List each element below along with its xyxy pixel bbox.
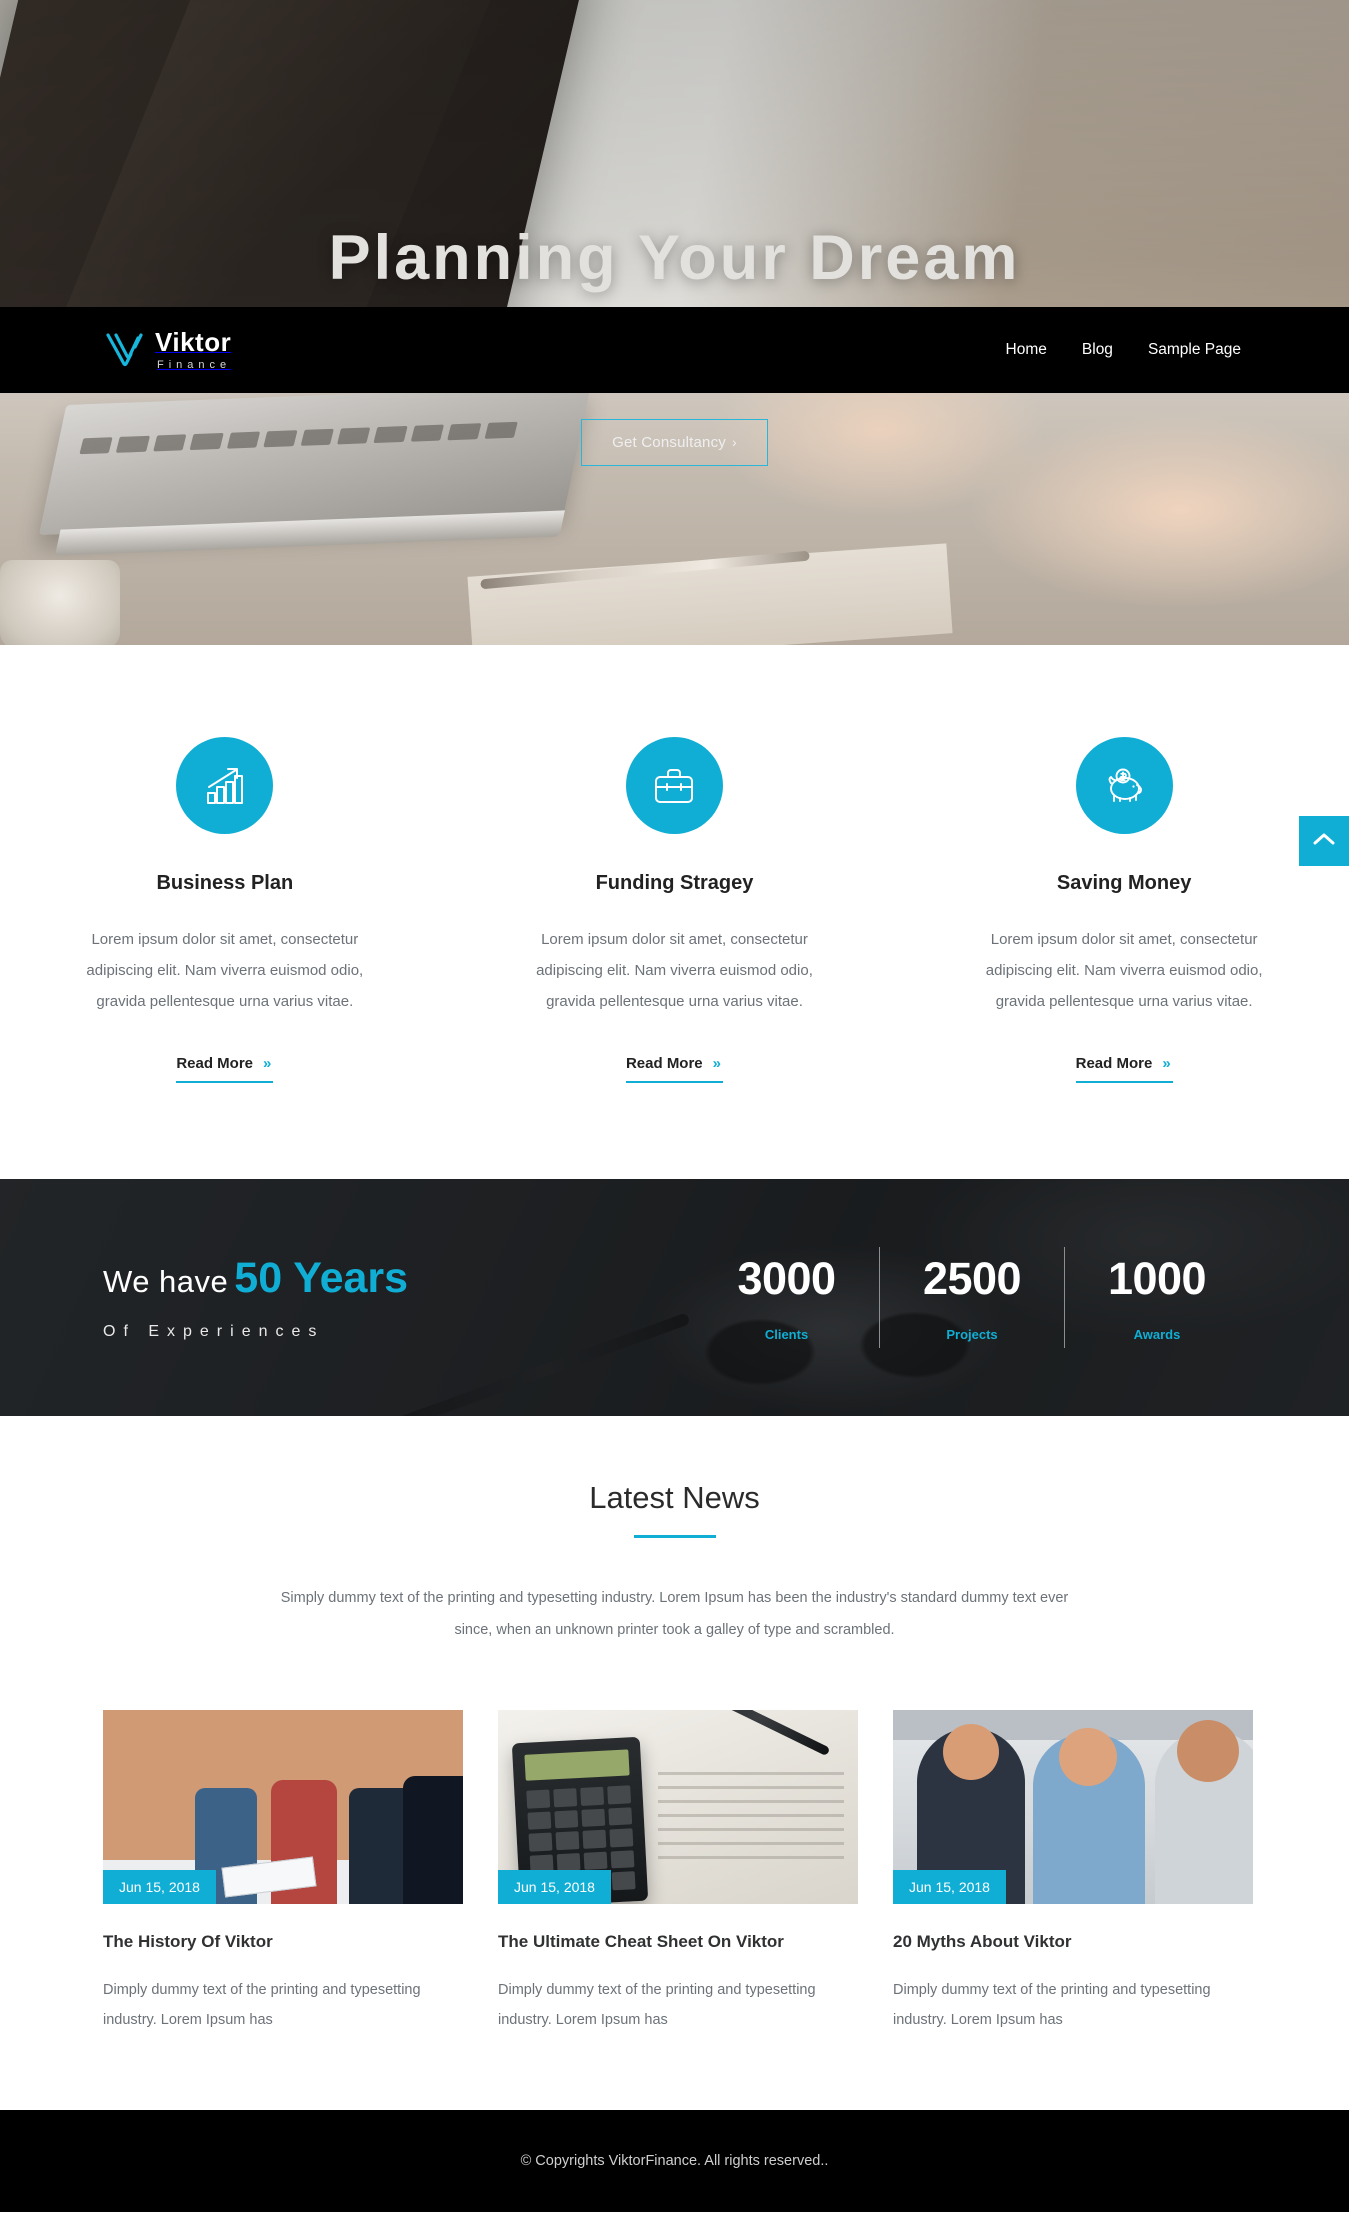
read-more-link-saving-money[interactable]: Read More »	[1075, 1055, 1173, 1084]
footer: © Copyrights ViktorFinance. All rights r…	[0, 2109, 1349, 2212]
service-description: Lorem ipsum dolor sit amet, consectetur …	[985, 931, 1263, 1010]
news-card-excerpt: Dimply dummy text of the printing and ty…	[103, 1982, 421, 2029]
stats-headline: We have 50 Years	[103, 1254, 623, 1303]
service-description: Lorem ipsum dolor sit amet, consectetur …	[536, 931, 813, 1010]
news-card[interactable]: Jun 15, 2018 The Ultimate Cheat Sheet On…	[498, 1710, 858, 2036]
stats-counters: 3000 Clients 2500 Projects 1000 Awards	[694, 1247, 1249, 1349]
stats-content: We have 50 Years Of Experiences 3000 Clie…	[0, 1179, 1349, 1416]
bar-chart-growth-icon	[176, 737, 274, 834]
service-title: Business Plan	[156, 872, 294, 894]
get-consultancy-label: Get Consultancy	[612, 434, 726, 451]
service-description: Lorem ipsum dolor sit amet, consectetur …	[86, 931, 364, 1010]
counter-value: 2500	[922, 1253, 1022, 1305]
service-title: Saving Money	[1056, 872, 1192, 894]
counter-label: Clients	[764, 1327, 809, 1343]
hero-title: Planning Your Dream	[328, 223, 1021, 293]
latest-news-section: Latest News Simply dummy text of the pri…	[0, 1416, 1349, 2110]
counter-label: Awards	[1133, 1327, 1181, 1343]
get-consultancy-button[interactable]: Get Consultancy ›	[581, 419, 768, 466]
news-card-image: Jun 15, 2018	[498, 1710, 858, 1905]
service-card-saving-money: Saving Money Lorem ipsum dolor sit amet,…	[899, 737, 1349, 1084]
double-chevron-right-icon: »	[263, 1055, 271, 1073]
news-card[interactable]: Jun 15, 2018 The History Of Viktor Dimpl…	[103, 1710, 463, 2036]
news-card-date: Jun 15, 2018	[498, 1870, 611, 1905]
double-chevron-right-icon: »	[712, 1055, 721, 1073]
news-card-excerpt: Dimply dummy text of the printing and ty…	[893, 1982, 1211, 2029]
news-card-title[interactable]: The Ultimate Cheat Sheet On Viktor	[498, 1932, 858, 1952]
footer-copyright: © Copyrights ViktorFinance. All rights r…	[520, 2152, 829, 2169]
service-card-funding-strategy: Funding Stragey Lorem ipsum dolor sit am…	[450, 737, 900, 1084]
scroll-to-top-button[interactable]	[1299, 816, 1349, 866]
stats-headline-prefix: We have	[103, 1264, 229, 1300]
counter-value: 1000	[1107, 1253, 1207, 1305]
double-chevron-right-icon: »	[1162, 1055, 1170, 1073]
news-section-title: Latest News	[589, 1480, 760, 1516]
counter-label: Projects	[946, 1327, 998, 1343]
brand-subtitle: Finance	[157, 359, 232, 371]
brand-logo[interactable]: Viktor Finance	[105, 329, 231, 371]
stats-headline-block: We have 50 Years Of Experiences	[103, 1254, 623, 1341]
stats-headline-highlight: 50 Years	[234, 1254, 409, 1303]
news-lead-text: Simply dummy text of the printing and ty…	[280, 1590, 1069, 1639]
nav-item-blog[interactable]: Blog	[1082, 341, 1113, 359]
brand-name: Viktor	[155, 327, 232, 357]
news-title-underline	[633, 1535, 716, 1539]
read-more-label: Read More	[176, 1055, 253, 1073]
news-card-date: Jun 15, 2018	[103, 1870, 216, 1905]
read-more-link-funding-strategy[interactable]: Read More »	[625, 1055, 723, 1084]
briefcase-icon	[625, 737, 723, 834]
services-section: Business Plan Lorem ipsum dolor sit amet…	[0, 645, 1349, 1180]
brand-text: Viktor Finance	[155, 329, 231, 371]
news-card-date: Jun 15, 2018	[893, 1870, 1006, 1905]
counter-awards: 1000 Awards	[1064, 1247, 1249, 1349]
news-card-list: Jun 15, 2018 The History Of Viktor Dimpl…	[103, 1710, 1253, 2036]
news-card-excerpt: Dimply dummy text of the printing and ty…	[498, 1982, 816, 2029]
service-title: Funding Stragey	[595, 872, 754, 894]
counter-projects: 2500 Projects	[879, 1247, 1064, 1349]
news-card-image: Jun 15, 2018	[893, 1710, 1253, 1905]
chevron-right-icon: ›	[732, 434, 737, 450]
news-card[interactable]: Jun 15, 2018 20 Myths About Viktor Dimpl…	[893, 1710, 1253, 2036]
stats-subline: Of Experiences	[103, 1323, 325, 1341]
hero-cta-container: Get Consultancy ›	[0, 419, 1349, 466]
read-more-link-business-plan[interactable]: Read More »	[176, 1055, 274, 1084]
news-card-title[interactable]: 20 Myths About Viktor	[893, 1932, 1253, 1952]
counter-value: 3000	[737, 1253, 836, 1305]
news-card-image: Jun 15, 2018	[103, 1710, 463, 1905]
news-card-title[interactable]: The History Of Viktor	[103, 1932, 463, 1952]
service-card-business-plan: Business Plan Lorem ipsum dolor sit amet…	[0, 737, 450, 1084]
hero-banner: Planning Your Dream Get Consultancy › Vik…	[0, 0, 1349, 645]
nav-menu: Home Blog Sample Page	[1006, 341, 1241, 359]
chevron-up-icon	[1313, 832, 1335, 851]
stats-section: We have 50 Years Of Experiences 3000 Clie…	[0, 1179, 1349, 1417]
read-more-label: Read More	[1075, 1055, 1153, 1073]
navbar: Viktor Finance Home Blog Sample Page	[0, 307, 1349, 393]
nav-item-home[interactable]: Home	[1006, 341, 1047, 359]
nav-item-sample-page[interactable]: Sample Page	[1148, 341, 1241, 359]
counter-clients: 3000 Clients	[694, 1247, 879, 1348]
piggy-bank-icon	[1075, 737, 1173, 834]
read-more-label: Read More	[625, 1055, 703, 1073]
v-monogram-icon	[105, 330, 145, 370]
